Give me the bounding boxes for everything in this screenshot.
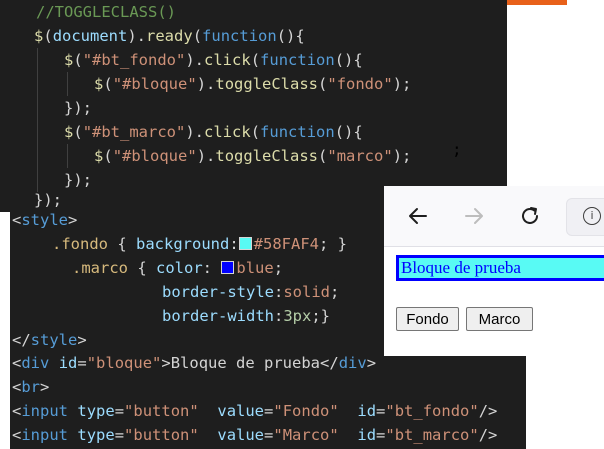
style-close-tag: </style> xyxy=(12,331,87,349)
marco-button[interactable]: Marco xyxy=(466,307,533,331)
html-br-line: <br> xyxy=(12,378,50,396)
code-line-toggle-marco: $("#bloque").toggleClass("marco"); xyxy=(94,147,412,165)
arrow-left-icon xyxy=(409,208,427,224)
orange-accent-bar xyxy=(507,0,567,5)
stray-semicolon: ; xyxy=(452,140,462,159)
forward-button[interactable] xyxy=(458,200,490,232)
browser-preview: i Bloque de prueba Fondo Marco xyxy=(384,186,604,356)
html-input-marco-line: <input type="button" value="Marco" id="b… xyxy=(12,426,498,444)
html-div-line: <div id="bloque">Bloque de prueba</div> xyxy=(12,354,377,372)
css-border-style: border-style:solid; xyxy=(162,283,340,301)
code-line-fondo-click: $("#bt_fondo").click(function(){ xyxy=(64,51,363,69)
css-border-width: border-width:3px;} xyxy=(162,307,330,325)
html-code-panel: <div id="bloque">Bloque de prueba</div> … xyxy=(10,351,526,449)
code-line-close2: }); xyxy=(64,171,92,189)
code-line-comment: //TOGGLECLASS() xyxy=(36,0,176,24)
reload-icon xyxy=(522,207,538,224)
arrow-right-icon xyxy=(465,208,483,224)
color-swatch-icon xyxy=(238,237,252,250)
comment-text: //TOGGLECLASS() xyxy=(36,3,176,21)
code-line-close1: }); xyxy=(64,99,92,117)
back-button[interactable] xyxy=(402,200,434,232)
code-line-marco-click: $("#bt_marco").click(function(){ xyxy=(64,123,363,141)
code-line-ready: $(document).ready(function(){ xyxy=(34,27,305,45)
css-rule-fondo: .fondo { background: #58FAF4; } xyxy=(52,235,347,253)
color-swatch-icon xyxy=(221,261,235,274)
style-open-tag: <style> xyxy=(12,211,78,229)
html-input-fondo-line: <input type="button" value="Fondo" id="b… xyxy=(12,402,498,420)
bloque-block: Bloque de prueba xyxy=(396,255,604,281)
css-code-panel: <style> .fondo { background: #58FAF4; } .… xyxy=(10,208,387,353)
fondo-button[interactable]: Fondo xyxy=(396,307,459,331)
browser-toolbar: i xyxy=(384,186,604,247)
reload-button[interactable] xyxy=(514,200,546,232)
code-line-toggle-fondo: $("#bloque").toggleClass("fondo"); xyxy=(94,75,412,93)
info-icon[interactable]: i xyxy=(583,207,601,225)
address-bar[interactable]: i xyxy=(566,198,604,236)
js-code-panel: //TOGGLECLASS() $(document).ready(functi… xyxy=(0,0,507,212)
css-rule-marco: .marco { color: blue; xyxy=(72,259,284,277)
